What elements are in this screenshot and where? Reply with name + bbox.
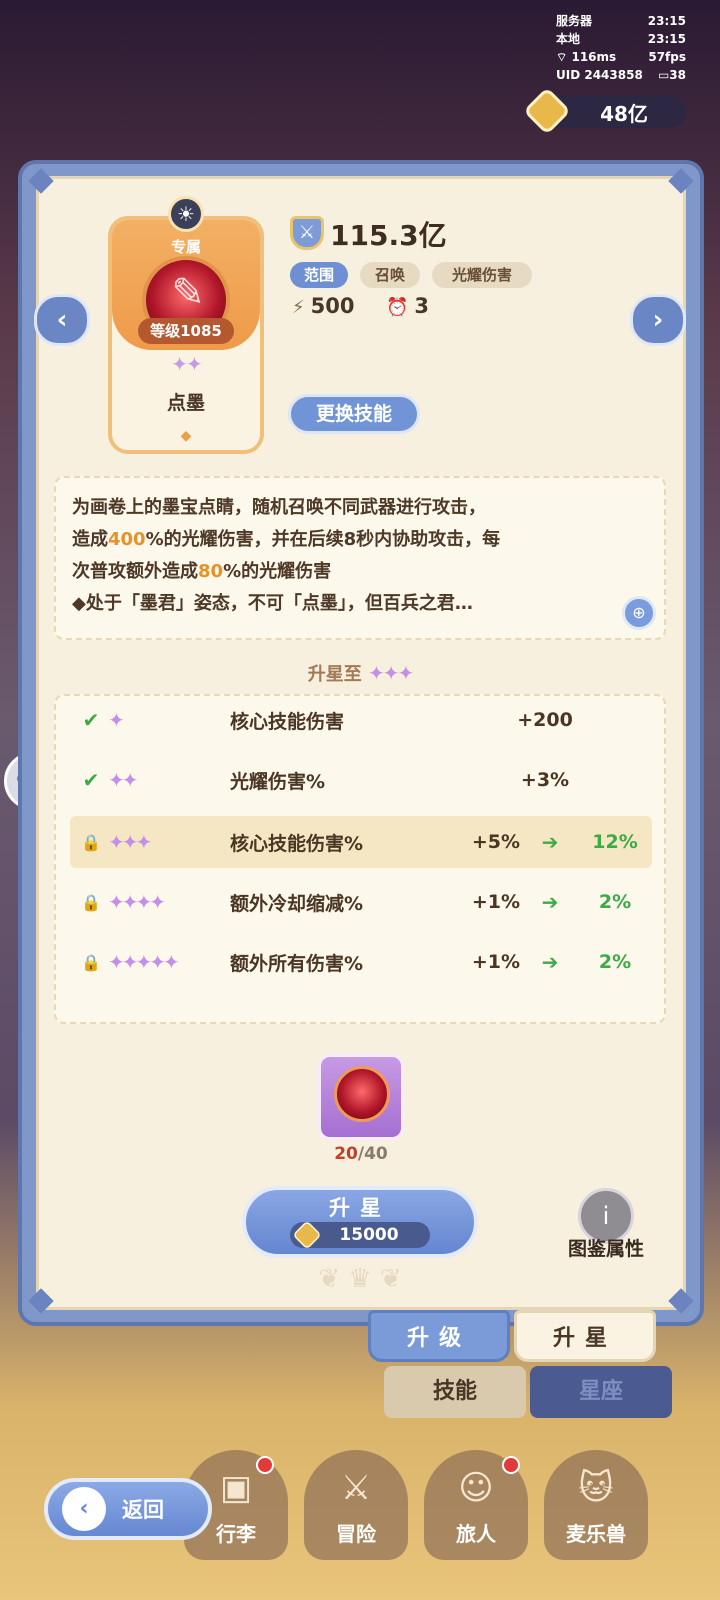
upgrade-to-header: 升星至 ✦✦✦	[307, 661, 415, 685]
lock-icon: 🔒	[81, 952, 101, 972]
local-time: 23:15	[647, 32, 686, 46]
star-up-label: 升星	[329, 1196, 391, 1220]
notification-dot	[256, 1456, 274, 1474]
fps: 57fps	[648, 50, 686, 64]
cat-icon: 🐱	[578, 1468, 614, 1508]
check-icon: ✔	[82, 708, 100, 732]
lock-icon: 🔒	[81, 892, 101, 912]
cooldown-value: 3	[414, 294, 430, 318]
table-row: ✔ ✦✦ 光耀伤害% +3%	[70, 754, 652, 806]
arrow-right-icon: ➔	[541, 830, 559, 854]
battery-icon: ▭38	[657, 68, 686, 82]
desc-line: ◆处于「墨君」姿态，不可「点墨」，但百兵之君…	[72, 593, 473, 614]
shield-sword-icon: ⚔	[290, 216, 324, 250]
sun-icon: ☀	[168, 196, 204, 232]
back-button[interactable]: ‹ 返回	[44, 1478, 212, 1540]
diamond-icon: ◆	[180, 428, 192, 444]
uid: UID 2443858	[556, 68, 643, 82]
material-count: 20/40	[334, 1144, 388, 1164]
nav-adventure[interactable]: ⚔ 冒险	[304, 1450, 408, 1560]
table-row: 🔒 ✦✦✦ 核心技能伤害% +5% ➔ 12%	[70, 816, 652, 868]
table-row: 🔒 ✦✦✦✦ 额外冷却缩减% +1% ➔ 2%	[81, 890, 632, 915]
desc-line: 为画卷上的墨宝点睛，随机召唤不同武器进行攻击，	[72, 497, 486, 518]
energy-value: 500	[310, 294, 355, 318]
cooldown-stat: ⏰ 3	[386, 294, 429, 318]
tag-summon: 召唤	[360, 262, 420, 288]
desc-line: 造成400%的光耀伤害，并在后续8秒内协助攻击，每	[72, 529, 501, 550]
ping: ⌔ 116ms	[556, 50, 617, 64]
nav-pet[interactable]: 🐱 麦乐兽	[544, 1450, 648, 1560]
status-panel: 服务器 23:15 本地 23:15 ⌔ 116ms 57fps UID 244385…	[556, 12, 686, 84]
tab-skill[interactable]: 技能	[384, 1366, 526, 1418]
skill-fragment-icon	[334, 1066, 390, 1122]
prev-skill-button[interactable]: ‹	[34, 294, 90, 346]
local-label: 本地	[556, 32, 581, 46]
lightning-icon: ⚡	[292, 297, 305, 318]
tab-zodiac[interactable]: 星座	[530, 1366, 672, 1418]
codex-label[interactable]: 图鉴属性	[554, 1234, 658, 1261]
crown-ornament-icon: ❦ ♛ ❦	[318, 1264, 402, 1294]
table-row: 🔒 ✦✦✦✦✦ 额外所有伤害% +1% ➔ 2%	[81, 950, 632, 975]
server-time: 23:15	[647, 14, 686, 28]
avatar-icon: ☺	[458, 1468, 494, 1508]
zoom-icon[interactable]: ⊕	[622, 596, 656, 630]
crossed-swords-icon: ⚔	[340, 1468, 372, 1508]
skill-stars: ✦✦	[171, 352, 203, 376]
server-label: 服务器	[556, 14, 593, 28]
notification-dot	[502, 1456, 520, 1474]
table-row: ✔ ✦ 核心技能伤害 +200	[70, 694, 652, 746]
desc-line: 次普攻额外造成80%的光耀伤害	[72, 561, 332, 582]
back-arrow-icon: ‹	[62, 1487, 106, 1531]
check-icon: ✔	[82, 768, 100, 792]
tab-upgrade[interactable]: 升级	[368, 1310, 510, 1362]
energy-stat: ⚡ 500	[292, 294, 354, 318]
tag-radiant-damage: 光耀伤害	[432, 262, 532, 288]
skill-power: 115.3亿	[330, 219, 447, 252]
exclusive-label: 专属	[170, 238, 201, 256]
skill-description: 为画卷上的墨宝点睛，随机召唤不同武器进行攻击， 造成400%的光耀伤害，并在后续…	[72, 492, 632, 620]
tab-star-up[interactable]: 升星	[514, 1310, 656, 1362]
arrow-right-icon: ➔	[541, 890, 559, 914]
arrow-right-icon: ➔	[541, 950, 559, 974]
tag-range: 范围	[290, 262, 348, 288]
alarm-clock-icon: ⏰	[386, 297, 409, 318]
lock-icon: 🔒	[81, 832, 101, 852]
back-label: 返回	[122, 1498, 164, 1522]
next-skill-button[interactable]: ›	[630, 294, 686, 346]
skill-level: 等级1085	[138, 318, 234, 344]
skill-name: 点墨	[166, 392, 205, 414]
change-skill-button[interactable]: 更换技能	[288, 394, 420, 434]
currency-amount: 48亿	[600, 101, 648, 126]
